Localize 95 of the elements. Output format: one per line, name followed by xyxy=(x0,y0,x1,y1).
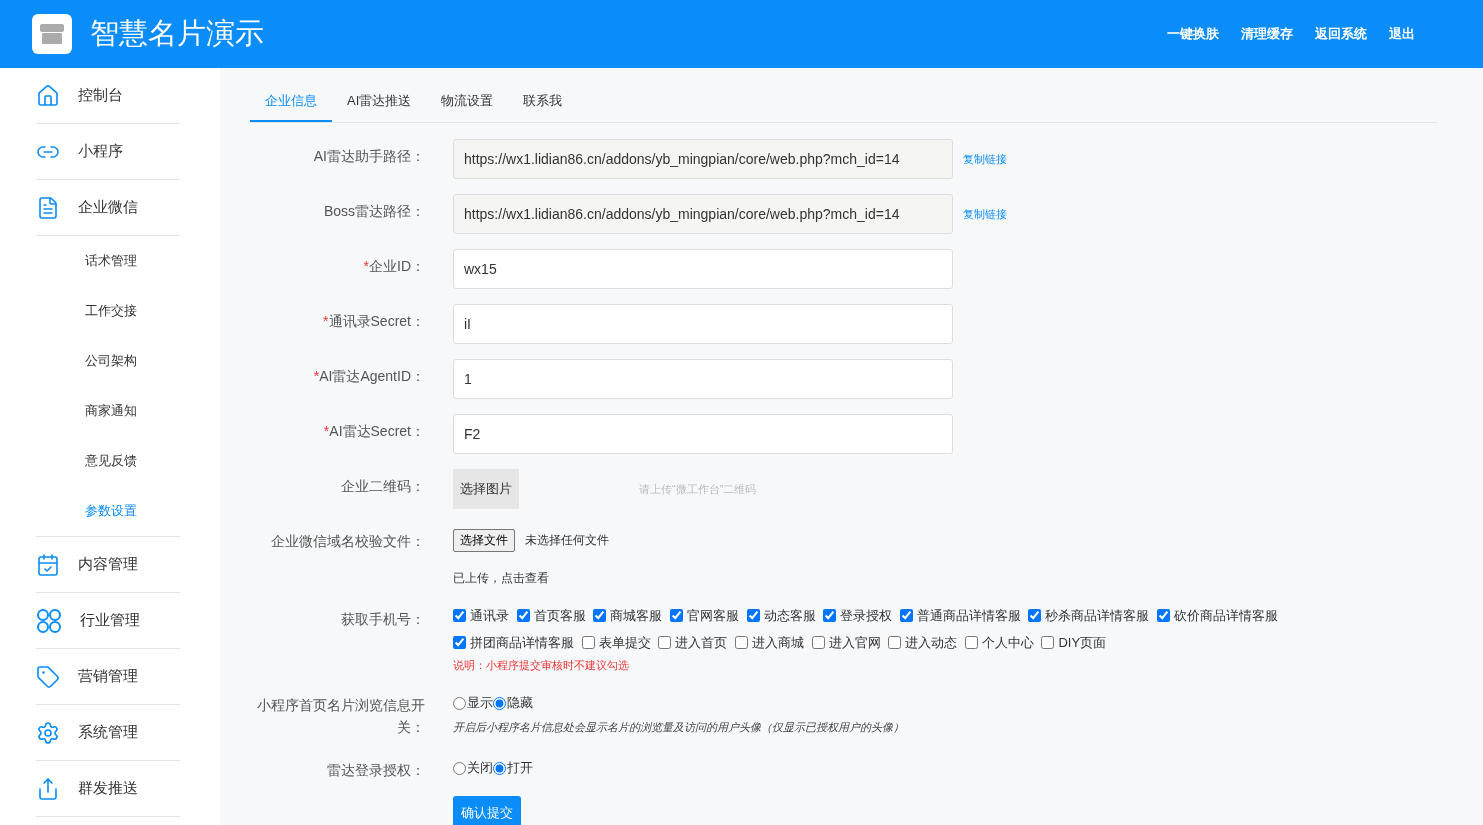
radio-label: 打开 xyxy=(507,759,533,777)
checkbox[interactable] xyxy=(964,636,978,649)
checkbox-label: 表单提交 xyxy=(598,635,651,650)
field-label: *AI雷达Secret： xyxy=(322,422,425,441)
checkbox[interactable] xyxy=(453,636,466,649)
choose-file-button[interactable]: 选择文件 xyxy=(453,529,515,552)
checkbox[interactable] xyxy=(811,636,825,649)
tab[interactable]: AI雷达推送 xyxy=(332,86,427,122)
checkbox-label: 进入商城 xyxy=(751,635,804,650)
checkbox-label: 进入首页 xyxy=(675,635,728,650)
sidebar-item[interactable]: 营销管理 xyxy=(36,649,180,705)
checkbox-label: 登录授权 xyxy=(840,608,893,623)
field-label: AI雷达助手路径： xyxy=(312,147,425,166)
tab[interactable]: 联系我 xyxy=(508,86,578,122)
document-icon xyxy=(36,195,60,220)
field-label: 企业二维码： xyxy=(340,477,425,496)
checkbox-label: 进入动态 xyxy=(905,635,958,650)
uploaded-link[interactable]: 已上传，点击查看 xyxy=(453,570,1437,587)
checkbox-label: 官网客服 xyxy=(686,608,739,623)
input-field[interactable]: F2 xyxy=(453,414,953,454)
checkbox[interactable] xyxy=(899,609,913,622)
checkbox[interactable] xyxy=(516,609,530,622)
grid-icon xyxy=(36,607,62,634)
checkbox[interactable] xyxy=(823,609,837,622)
checkbox-label: 拼团商品详情客服 xyxy=(470,635,574,650)
calendar-icon xyxy=(36,552,60,577)
checkbox-label: 商城客服 xyxy=(610,608,663,623)
sidebar-item[interactable]: 内容管理 xyxy=(36,537,180,593)
checkbox[interactable] xyxy=(888,636,902,649)
tag-icon xyxy=(36,664,60,689)
input-field[interactable]: 1 xyxy=(453,359,953,399)
input-field[interactable]: iI xyxy=(453,304,953,344)
file-status: 未选择任何文件 xyxy=(525,532,609,549)
sidebar-subitem[interactable]: 工作交接 xyxy=(85,286,180,336)
checkbox[interactable] xyxy=(453,609,466,622)
checkbox-label: 进入官网 xyxy=(828,635,881,650)
url-field[interactable]: https://wx1.lidian86.cn/addons/yb_mingpian/core/web.php?mch_id=14 xyxy=(453,139,953,179)
field-label: 小程序首页名片浏览信息开关： xyxy=(256,696,425,737)
sidebar-item[interactable]: 企业微信 xyxy=(36,180,180,236)
radio-label: 关闭 xyxy=(467,759,493,777)
checkbox[interactable] xyxy=(1028,609,1042,622)
checkbox[interactable] xyxy=(658,636,672,649)
sidebar-subitem[interactable]: 意见反馈 xyxy=(85,436,180,486)
field-label: *企业ID： xyxy=(362,257,425,276)
required-mark: * xyxy=(313,368,320,384)
sidebar-item[interactable]: 控制台 xyxy=(36,68,180,124)
checkbox-label: 首页客服 xyxy=(533,608,586,623)
sidebar-item[interactable]: 群发推送 xyxy=(36,761,180,817)
input-field[interactable]: wx15 xyxy=(453,249,953,289)
field-label: 获取手机号： xyxy=(340,610,425,629)
settings-icon xyxy=(36,720,60,745)
field-label: 雷达登录授权： xyxy=(326,761,425,780)
checkbox-label: DIY页面 xyxy=(1058,635,1107,650)
checkbox[interactable] xyxy=(593,609,607,622)
store-icon xyxy=(32,14,72,54)
field-label: 企业微信域名校验文件： xyxy=(270,532,425,551)
choose-image-button[interactable]: 选择图片 xyxy=(453,469,519,509)
field-label: *AI雷达AgentID： xyxy=(312,367,425,386)
required-mark: * xyxy=(363,258,369,274)
sidebar-subitem[interactable]: 参数设置 xyxy=(85,486,180,536)
checkbox[interactable] xyxy=(1157,609,1170,622)
sidebar-subitem[interactable]: 话术管理 xyxy=(85,236,180,286)
checkbox[interactable] xyxy=(746,609,760,622)
field-label: Boss雷达路径： xyxy=(322,202,425,221)
sidebar-item[interactable]: 行业管理 xyxy=(36,593,180,649)
sidebar-item[interactable]: 系统管理 xyxy=(36,705,180,761)
checkbox-label: 通讯录 xyxy=(470,608,509,623)
tab[interactable]: 物流设置 xyxy=(426,86,509,122)
radio-label: 显示 xyxy=(467,694,493,712)
url-field[interactable]: https://wx1.lidian86.cn/addons/yb_mingpian/core/web.php?mch_id=14 xyxy=(453,194,953,234)
checkbox-label: 动态客服 xyxy=(763,608,816,623)
sidebar-subitem[interactable]: 公司架构 xyxy=(85,336,180,386)
radio-button[interactable] xyxy=(453,696,466,710)
radio-label: 隐藏 xyxy=(507,694,533,712)
radio-button[interactable] xyxy=(493,696,506,710)
sidebar-item[interactable]: 小程序 xyxy=(36,124,180,180)
app-title: 智慧名片演示 xyxy=(90,16,264,51)
checkbox[interactable] xyxy=(734,636,748,649)
required-mark: * xyxy=(323,313,329,329)
checkbox-label: 砍价商品详情客服 xyxy=(1174,608,1278,623)
checkbox[interactable] xyxy=(581,636,595,649)
checkbox[interactable] xyxy=(669,609,683,622)
radio-button[interactable] xyxy=(493,761,506,775)
share-icon xyxy=(36,776,60,801)
home-icon xyxy=(36,83,60,108)
checkbox[interactable] xyxy=(1041,636,1055,649)
checkbox-label: 普通商品详情客服 xyxy=(916,608,1021,623)
sidebar-subitem[interactable]: 商家通知 xyxy=(85,386,180,436)
checkbox-label: 秒杀商品详情客服 xyxy=(1045,608,1150,623)
field-label: *通讯录Secret： xyxy=(322,312,425,331)
help-text: 开启后小程序名片信息处会显示名片的浏览量及访问的用户头像（仅显示已授权用户的头像） xyxy=(453,720,905,735)
warning-text: 说明：小程序提交审核时不建议勾选 xyxy=(453,658,630,673)
checkbox-label: 个人中心 xyxy=(981,635,1034,650)
required-mark: * xyxy=(323,423,330,439)
radio-button[interactable] xyxy=(453,761,466,775)
